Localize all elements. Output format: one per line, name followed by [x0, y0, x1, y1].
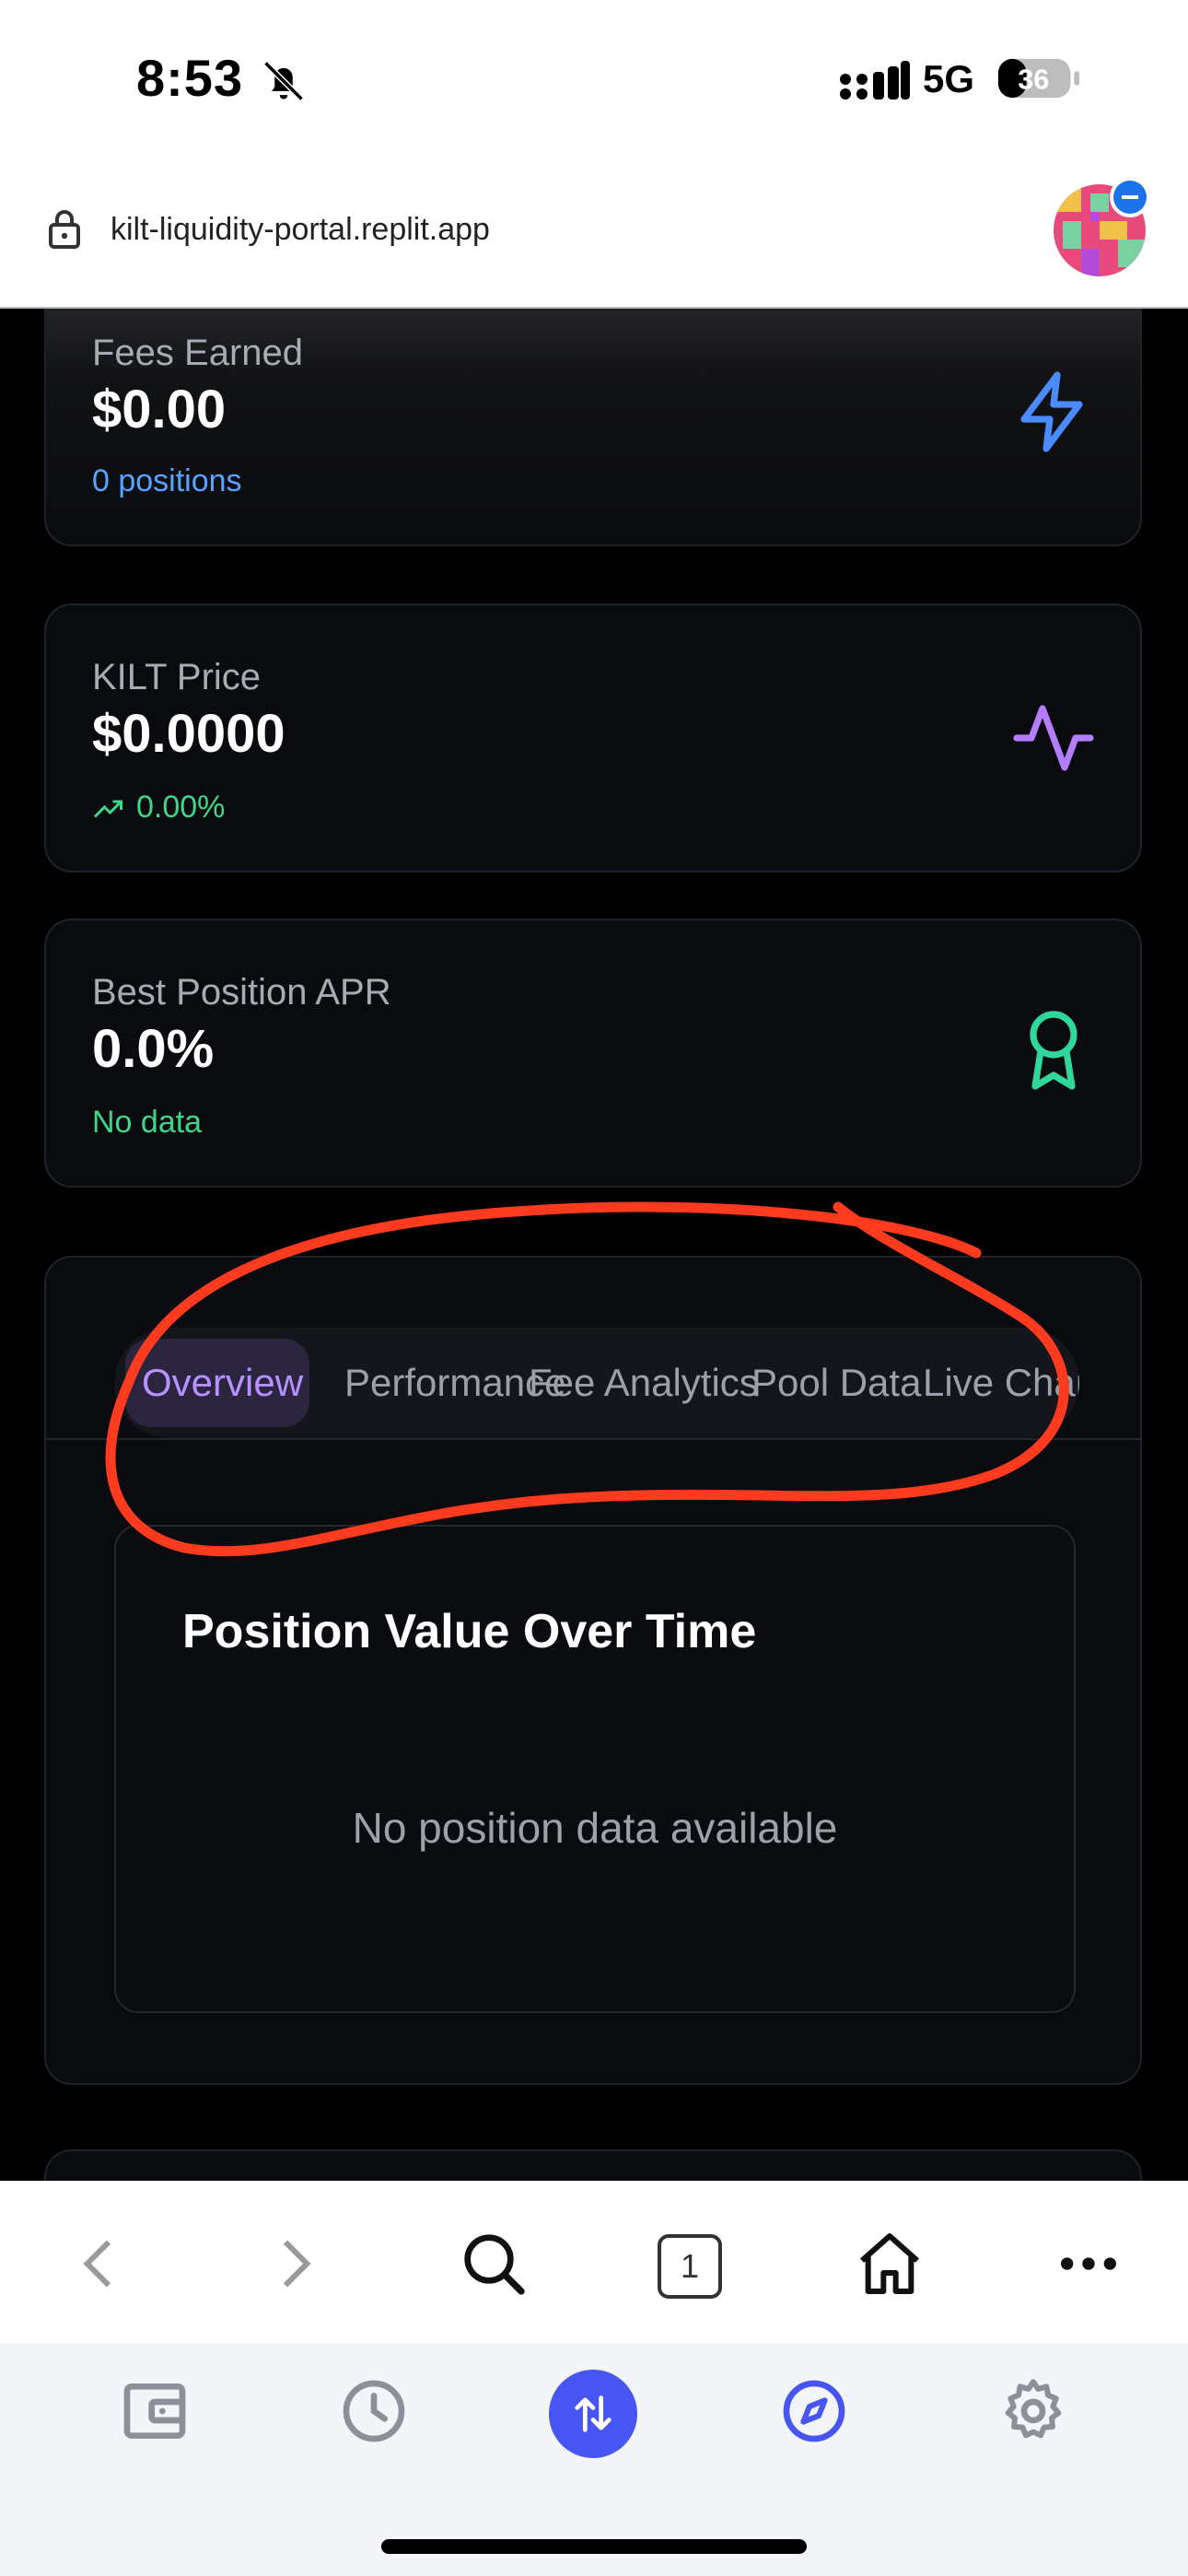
stat-value: $0.00 — [92, 380, 227, 439]
stat-card-kilt-price: KILT Price $0.0000 0.00% — [44, 603, 1142, 872]
tab-live-charts[interactable]: Live Charts — [923, 1361, 1079, 1405]
stat-label: Best Position APR — [92, 972, 391, 1013]
forward-icon[interactable] — [258, 2227, 332, 2301]
compass-icon[interactable] — [777, 2374, 851, 2448]
home-icon[interactable] — [853, 2227, 926, 2301]
stat-value: 0.0% — [92, 1019, 215, 1079]
stat-label: Fees Earned — [92, 333, 304, 373]
trending-up-icon — [93, 800, 122, 818]
status-time: 8:53 — [136, 49, 244, 107]
zap-icon — [1020, 371, 1083, 452]
swap-button[interactable] — [549, 2370, 637, 2458]
tab-overview[interactable]: Overview — [142, 1361, 303, 1405]
award-icon — [1030, 1011, 1077, 1090]
battery-icon: 36 — [997, 58, 1080, 99]
url-field[interactable]: kilt-liquidity-portal.replit.app — [111, 212, 490, 248]
battery-level: 36 — [1018, 64, 1049, 96]
home-indicator — [381, 2539, 807, 2554]
empty-state-message: No position data available — [352, 1804, 838, 1852]
history-icon[interactable] — [337, 2374, 411, 2448]
network-label: 5G — [923, 57, 975, 100]
analytics-panel: Overview Performance Fee Analytics Pool … — [44, 1256, 1142, 2085]
swap-icon — [575, 2395, 611, 2432]
stat-label: KILT Price — [92, 657, 262, 697]
browser-toolbar — [0, 2181, 1188, 2343]
divider — [46, 1438, 1142, 1440]
tabs-count-button[interactable]: 1 — [658, 2234, 722, 2299]
tab-pool-data[interactable]: Pool Data — [751, 1361, 921, 1405]
more-icon[interactable] — [1052, 2227, 1125, 2301]
top-bar — [0, 0, 1188, 308]
activity-icon — [1013, 705, 1094, 771]
gear-icon[interactable] — [996, 2374, 1070, 2448]
next-card — [44, 2149, 1142, 2181]
bell-muted-icon — [263, 61, 304, 101]
tab-fee-analytics[interactable]: Fee Analytics — [529, 1361, 759, 1405]
stat-sub: 0.00% — [136, 790, 226, 825]
minimize-badge-icon[interactable] — [1110, 177, 1150, 217]
tab-bar: Overview Performance Fee Analytics Pool … — [114, 1328, 1079, 1438]
chart-title: Position Value Over Time — [182, 1605, 757, 1658]
wallet-icon[interactable] — [118, 2374, 192, 2448]
stat-card-fees: Fees Earned $0.00 0 positions — [44, 309, 1142, 546]
stat-card-best-apr: Best Position APR 0.0% No data — [44, 919, 1142, 1188]
search-icon[interactable] — [457, 2227, 530, 2301]
main-content: Fees Earned $0.00 0 positions KILT Price… — [0, 309, 1188, 2181]
stat-sub: 0 positions — [92, 463, 242, 498]
stat-sub: No data — [92, 1105, 203, 1140]
lock-icon — [49, 210, 80, 249]
signal-icon — [840, 61, 910, 100]
back-icon[interactable] — [63, 2227, 136, 2301]
stat-value: $0.0000 — [92, 704, 285, 764]
chart-card: Position Value Over Time No position dat… — [114, 1525, 1076, 2013]
